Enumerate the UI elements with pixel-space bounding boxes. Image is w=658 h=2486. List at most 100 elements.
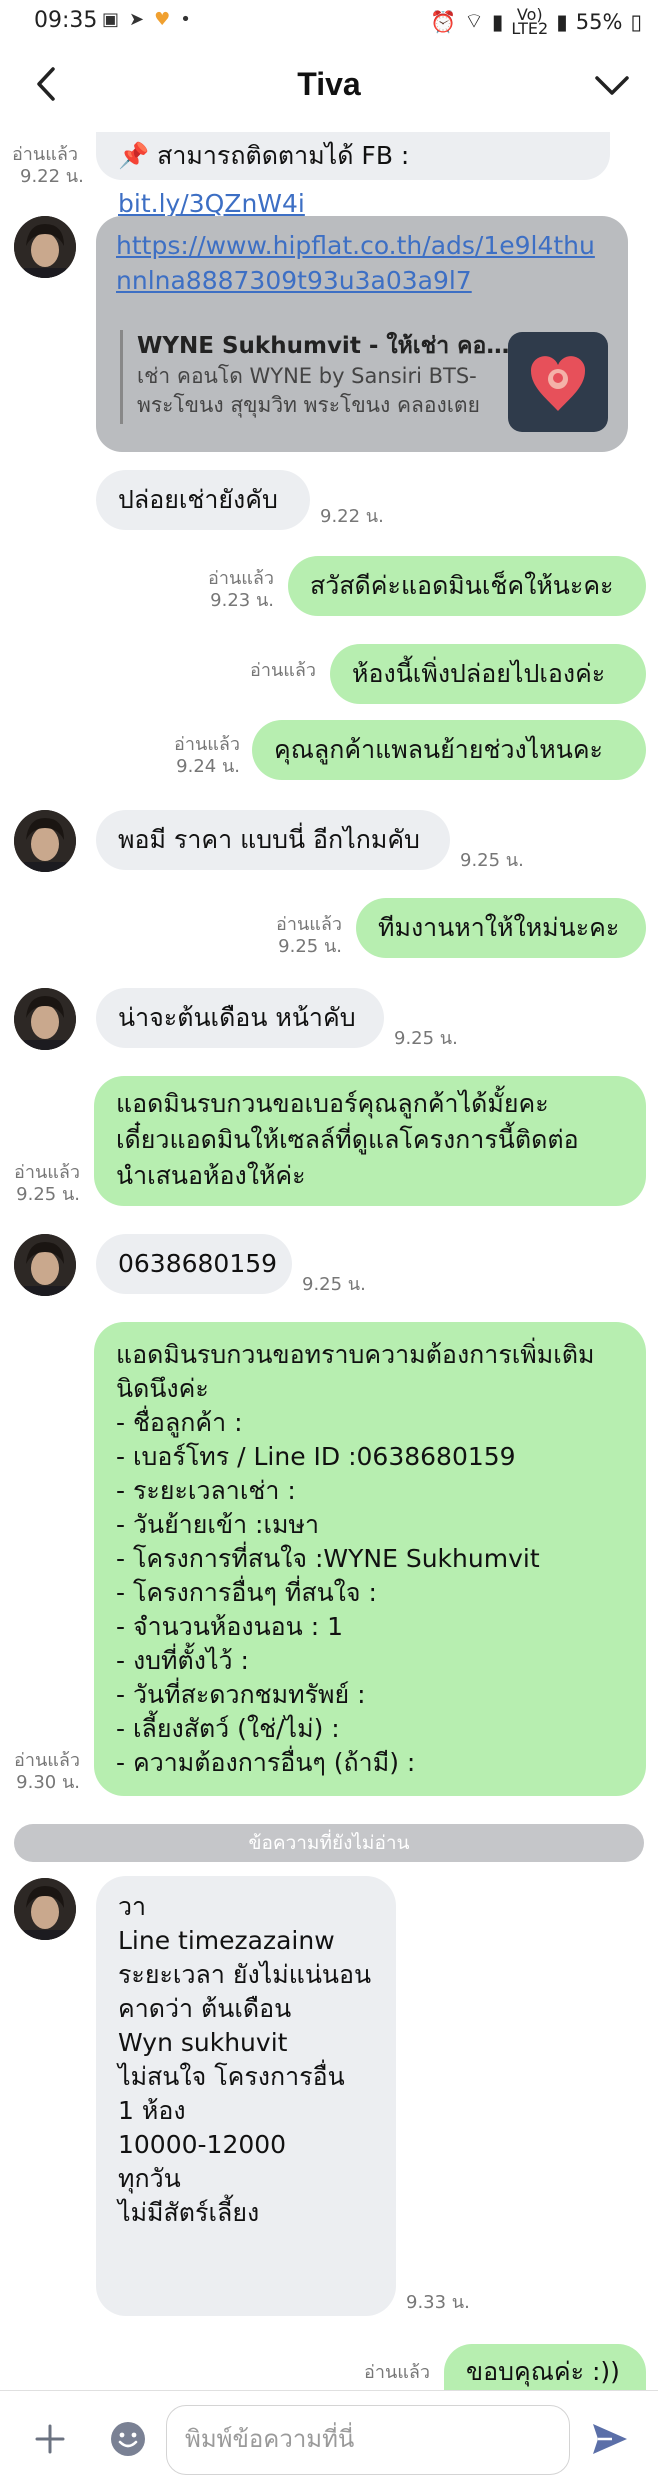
message-time: 9.25 น. xyxy=(278,936,342,957)
message-line: Line timezazainw xyxy=(118,1926,335,1955)
avatar-image xyxy=(14,1234,76,1296)
message-line: เดี๋ยวแอดมินให้เซลล์ที่ดูแลโครงการนี้ติด… xyxy=(116,1125,579,1154)
avatar[interactable] xyxy=(14,1878,76,1940)
message-line: - เลี้ยงสัตว์ (ใช่/ไม่) : xyxy=(116,1714,340,1743)
send-button[interactable] xyxy=(586,2415,634,2463)
message-bubble-incoming[interactable]: ปล่อยเช่ายังคับ xyxy=(96,470,310,530)
preview-title: WYNE Sukhumvit - ให้เช่า คอนโดมิเนียม xyxy=(137,333,520,359)
read-label: อ่านแล้ว xyxy=(276,914,342,935)
message-line: - ความต้องการอื่นๆ (ถ้ามี) : xyxy=(116,1748,416,1777)
avatar-image xyxy=(14,216,76,278)
message-bubble-outgoing[interactable]: ขอบคุณค่ะ :)) xyxy=(444,2344,646,2390)
read-label: อ่านแล้ว xyxy=(14,1162,80,1183)
read-label: อ่านแล้ว xyxy=(174,734,240,755)
heart-badge-icon: ♥ xyxy=(154,9,171,30)
message-text: ห้องนี้เพิ่งปล่อยไปเองค่ะ xyxy=(352,659,606,688)
message-line: - ชื่อลูกค้า : xyxy=(116,1408,243,1437)
message-line: คาดว่า ต้นเดือน xyxy=(118,1994,292,2023)
read-receipt: อ่านแล้ว 9.25 น. xyxy=(262,914,342,958)
avatar[interactable] xyxy=(14,216,76,278)
message-line: แอดมินรบกวนขอเบอร์คุณลูกค้าได้มั้ยคะ xyxy=(116,1089,549,1118)
message-text: ขอบคุณค่ะ :)) xyxy=(466,2357,620,2386)
preview-thumbnail xyxy=(508,332,608,432)
link-preview-card[interactable]: https://www.hipflat.co.th/ads/1e9l4thunn… xyxy=(96,216,628,452)
message-line: 1 ห้อง xyxy=(118,2096,186,2125)
message-line: - วันย้ายเข้า :เมษา xyxy=(116,1510,320,1539)
message-line: แอดมินรบกวนขอทราบความต้องการเพิ่มเติม xyxy=(116,1340,595,1369)
message-text: คุณลูกค้าแพลนย้ายช่วงไหนคะ xyxy=(274,735,603,764)
dot-icon: • xyxy=(180,9,191,30)
message-time: 9.25 น. xyxy=(394,1028,458,1049)
avatar[interactable] xyxy=(14,810,76,872)
message-bubble-outgoing[interactable]: ห้องนี้เพิ่งปล่อยไปเองค่ะ xyxy=(330,644,646,704)
message-line: - ระยะเวลาเช่า : xyxy=(116,1476,296,1505)
message-line: นิดนึงค่ะ xyxy=(116,1374,209,1403)
image-icon: ▣ xyxy=(102,9,120,30)
chat-menu-button[interactable] xyxy=(590,64,634,108)
alarm-icon: ⏰ xyxy=(429,9,457,34)
message-bubble-incoming[interactable]: 0638680159 xyxy=(96,1234,292,1294)
send-notification-icon: ➤ xyxy=(129,9,145,30)
message-time: 9.22 น. xyxy=(20,166,84,187)
smiley-icon xyxy=(111,2422,145,2456)
message-line: ไม่มีสัตร์เลี้ยง xyxy=(118,2198,260,2227)
message-time: 9.23 น. xyxy=(210,590,274,611)
message-line: วา xyxy=(118,1892,147,1921)
signal-icon-2: ▮ xyxy=(556,10,568,34)
read-receipt: อ่านแล้ว 9.25 น. xyxy=(8,1162,80,1206)
message-line: 10000-12000 xyxy=(118,2130,287,2159)
read-label: อ่านแล้ว xyxy=(364,2362,430,2383)
avatar-image xyxy=(14,810,76,872)
message-time: 9.30 น. xyxy=(16,1772,80,1793)
message-bubble-outgoing[interactable]: 📌 สามารถติดตามได้ FB : bit.ly/3QZnW4i xyxy=(96,132,610,218)
read-label: อ่านแล้ว xyxy=(12,144,78,165)
message-bubble-outgoing[interactable]: สวัสดีค่ะแอดมินเช็คให้นะคะ xyxy=(288,556,646,616)
message-time: 9.25 น. xyxy=(16,1184,80,1205)
link-preview[interactable]: WYNE Sukhumvit - ให้เช่า คอนโดมิเนียม เช… xyxy=(120,330,520,424)
add-attachment-button[interactable] xyxy=(28,2417,72,2461)
message-time: 9.22 น. xyxy=(320,506,384,527)
preview-url-link[interactable]: https://www.hipflat.co.th/ads/1e9l4thunn… xyxy=(116,228,606,298)
message-bubble-incoming[interactable]: น่าจะต้นเดือน หน้าคับ xyxy=(96,988,384,1048)
message-text: สวัสดีค่ะแอดมินเช็คให้นะคะ xyxy=(310,571,614,600)
message-link[interactable]: bit.ly/3QZnW4i xyxy=(118,189,305,218)
message-text: 📌 สามารถติดตามได้ FB : xyxy=(118,141,410,170)
message-line: - เบอร์โทร / Line ID :0638680159 xyxy=(116,1442,516,1471)
avatar-image xyxy=(14,1878,76,1940)
message-time: 9.25 น. xyxy=(302,1274,366,1295)
unread-divider: ข้อความที่ยังไม่อ่าน xyxy=(14,1824,644,1862)
chat-title: Tiva xyxy=(297,66,361,102)
message-bubble-outgoing[interactable]: ทีมงานหาให้ใหม่นะคะ xyxy=(356,898,646,958)
message-line: นำเสนอห้องให้ค่ะ xyxy=(116,1161,306,1190)
wifi-icon: ⌔ xyxy=(464,9,484,33)
message-time: 9.25 น. xyxy=(460,850,524,871)
read-label: อ่านแล้ว xyxy=(208,568,274,589)
read-receipt: อ่านแล้ว xyxy=(358,2362,430,2386)
message-line: Wyn sukhuvit xyxy=(118,2028,288,2057)
avatar[interactable] xyxy=(14,988,76,1050)
message-bubble-incoming[interactable]: วา Line timezazainw ระยะเวลา ยังไม่แน่นอ… xyxy=(96,1876,396,2316)
message-input[interactable] xyxy=(166,2405,570,2475)
status-right: ⏰ ⌔ ▮ Vo) LTE2 ▮ 55% ▯ xyxy=(429,7,642,37)
message-line: - โครงการที่สนใจ :WYNE Sukhumvit xyxy=(116,1544,540,1573)
read-receipt: อ่านแล้ว 9.24 น. xyxy=(160,734,240,778)
signal-icon: ▮ xyxy=(491,10,504,34)
message-text: ปล่อยเช่ายังคับ xyxy=(118,485,278,514)
network-label: Vo) LTE2 xyxy=(511,7,548,37)
message-bubble-outgoing[interactable]: แอดมินรบกวนขอทราบความต้องการเพิ่มเติม นิ… xyxy=(94,1322,646,1796)
message-text: ทีมงานหาให้ใหม่นะคะ xyxy=(378,913,620,942)
message-text: พอมี ราคา แบบนี่ อีกไกมคับ xyxy=(118,825,420,854)
battery-text: 55% xyxy=(575,10,623,34)
read-receipt: อ่านแล้ว 9.30 น. xyxy=(8,1750,80,1794)
message-time: 9.33 น. xyxy=(406,2292,470,2313)
message-line: ทุกวัน xyxy=(118,2164,181,2193)
message-bubble-outgoing[interactable]: แอดมินรบกวนขอเบอร์คุณลูกค้าได้มั้ยคะ เดี… xyxy=(94,1076,646,1206)
message-bubble-incoming[interactable]: พอมี ราคา แบบนี่ อีกไกมคับ xyxy=(96,810,450,870)
message-line: - วันที่สะดวกชมทรัพย์ : xyxy=(116,1680,366,1709)
message-bubble-outgoing[interactable]: คุณลูกค้าแพลนย้ายช่วงไหนคะ xyxy=(252,720,646,780)
hipflat-logo-icon xyxy=(530,356,586,411)
emoji-button[interactable] xyxy=(106,2417,150,2461)
plus-icon xyxy=(35,2424,65,2454)
avatar[interactable] xyxy=(14,1234,76,1296)
read-receipt: อ่านแล้ว 9.23 น. xyxy=(196,568,274,612)
